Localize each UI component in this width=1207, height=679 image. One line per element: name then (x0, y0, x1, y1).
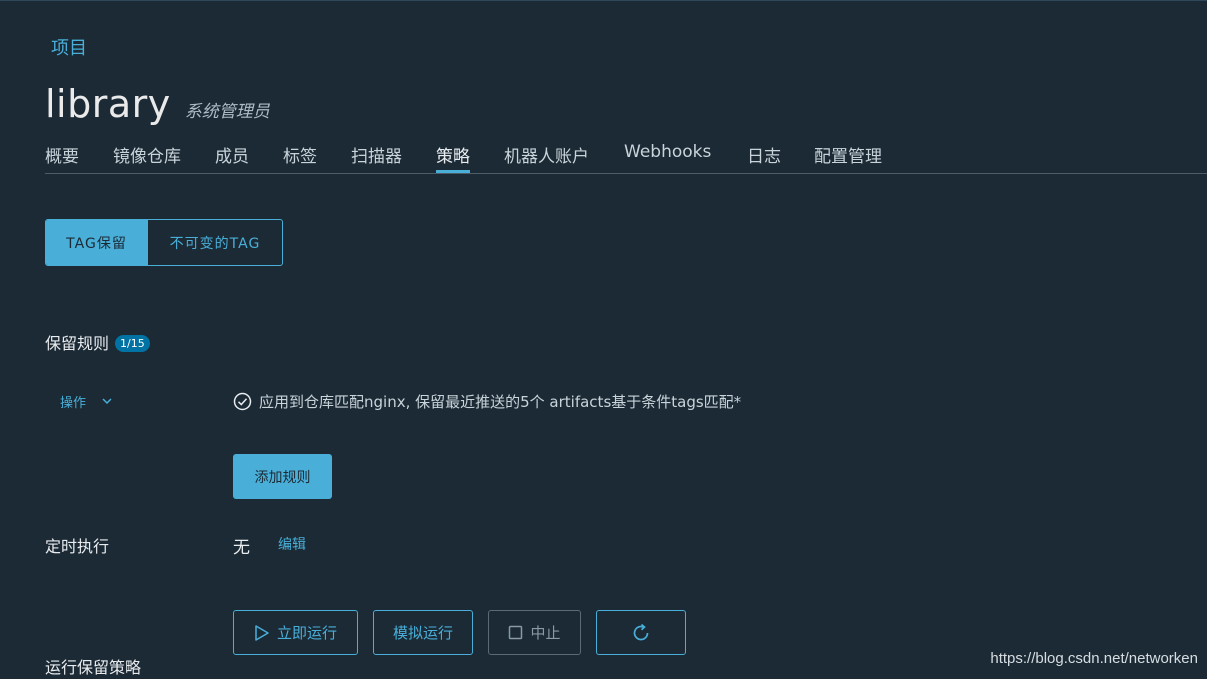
run-now-label: 立即运行 (276, 624, 337, 642)
schedule-label: 定时执行 (45, 537, 110, 556)
action-menu-label: 操作 (60, 396, 87, 411)
page-title: library (45, 82, 171, 126)
retention-rule-text: 应用到仓库匹配nginx, 保留最近推送的5个 artifacts基于条件tag… (259, 393, 742, 411)
tab-summary[interactable]: 概要 (45, 142, 79, 172)
check-circle-icon (233, 392, 252, 411)
watermark: https://blog.csdn.net/networken (990, 650, 1198, 667)
page-header: library 系统管理员 (45, 82, 270, 126)
policy-type-toggle: TAG保留 不可变的TAG (45, 219, 283, 266)
breadcrumb-projects[interactable]: 项目 (51, 34, 87, 60)
retention-rules-label: 保留规则 1/15 (45, 330, 150, 354)
tab-robot-accounts[interactable]: 机器人账户 (504, 142, 589, 172)
retention-rule-item: 应用到仓库匹配nginx, 保留最近推送的5个 artifacts基于条件tag… (233, 391, 741, 412)
tag-retention-button[interactable]: TAG保留 (46, 220, 147, 265)
tab-repositories[interactable]: 镜像仓库 (113, 142, 181, 172)
tab-scanner[interactable]: 扫描器 (351, 142, 402, 172)
action-menu-button[interactable]: 操作 (60, 392, 112, 411)
tab-configuration[interactable]: 配置管理 (814, 142, 882, 172)
refresh-icon (633, 623, 649, 640)
top-border (0, 0, 1207, 1)
schedule-value: 无 (233, 538, 250, 558)
chevron-down-icon (102, 398, 112, 405)
retention-rules-title: 保留规则 (45, 334, 110, 353)
user-role: 系统管理员 (184, 102, 270, 122)
refresh-button[interactable] (596, 610, 686, 655)
tab-webhooks[interactable]: Webhooks (624, 142, 711, 172)
immutable-tag-button[interactable]: 不可变的TAG (147, 220, 282, 265)
project-tabs: 概要 镜像仓库 成员 标签 扫描器 策略 机器人账户 Webhooks 日志 配… (45, 140, 1207, 174)
play-icon (255, 624, 269, 641)
rule-count-badge: 1/15 (115, 335, 150, 352)
abort-label: 中止 (530, 624, 561, 642)
dry-run-button[interactable]: 模拟运行 (373, 610, 473, 655)
run-retention-label: 运行保留策略 (45, 658, 142, 677)
run-now-button[interactable]: 立即运行 (233, 610, 358, 655)
stop-icon (509, 625, 523, 640)
tab-labels[interactable]: 标签 (283, 142, 317, 172)
tab-members[interactable]: 成员 (215, 142, 249, 172)
abort-button[interactable]: 中止 (488, 610, 581, 655)
edit-schedule-link[interactable]: 编辑 (278, 534, 306, 554)
tab-policy[interactable]: 策略 (436, 142, 470, 173)
add-rule-button[interactable]: 添加规则 (233, 454, 332, 499)
tab-logs[interactable]: 日志 (747, 142, 781, 172)
